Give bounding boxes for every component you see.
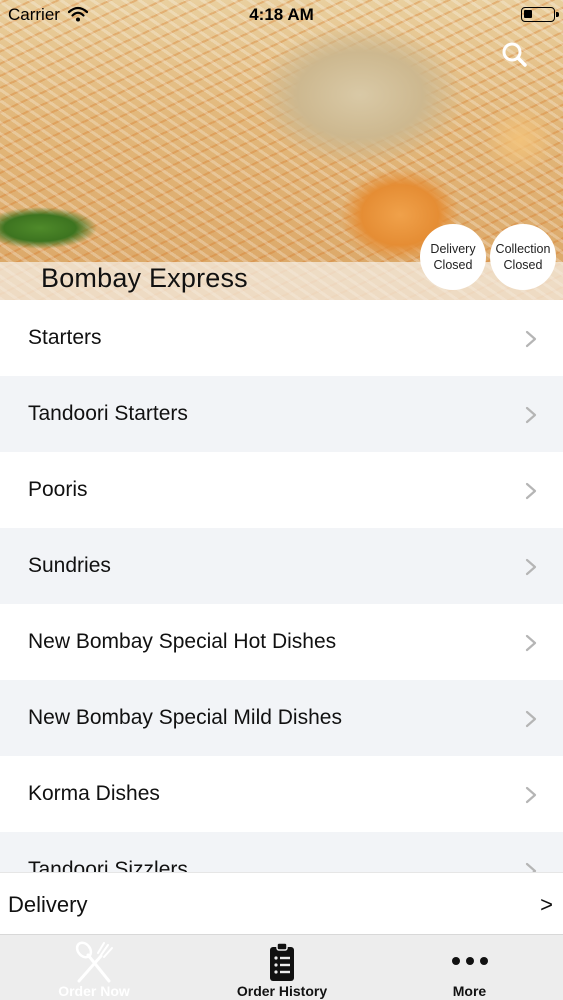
menu-category-row[interactable]: Korma Dishes [0, 756, 563, 832]
delivery-status-line2: Closed [433, 258, 473, 272]
tab-more-label: More [452, 983, 487, 999]
status-time: 4:18 AM [249, 5, 314, 24]
chevron-right-icon [525, 634, 537, 652]
collection-status-line2: Closed [503, 258, 543, 272]
chevron-right-icon [525, 482, 537, 500]
more-dots-icon [451, 957, 488, 965]
tab-order-history[interactable]: Order History [188, 935, 376, 1000]
delivery-arrow-icon: > [540, 892, 553, 917]
tab-more[interactable]: More [376, 935, 563, 1000]
delivery-status-line1: Delivery [430, 242, 476, 256]
delivery-status-badge: Delivery Closed [420, 224, 486, 290]
hero-banner: Carrier 4:18 AM Bombay Express Delivery … [0, 0, 563, 300]
collection-status-badge: Collection Closed [490, 224, 556, 290]
battery-fill [524, 10, 532, 18]
menu-category-label: New Bombay Special Mild Dishes [28, 706, 342, 729]
menu-category-label: New Bombay Special Hot Dishes [28, 630, 337, 653]
menu-category-label: Tandoori Starters [28, 402, 188, 425]
status-bar: Carrier 4:18 AM [0, 0, 563, 30]
chevron-right-icon [525, 406, 537, 424]
restaurant-name: Bombay Express [41, 263, 248, 293]
menu-category-label: Korma Dishes [28, 782, 160, 805]
menu-category-row[interactable]: New Bombay Special Mild Dishes [0, 680, 563, 756]
menu-category-row[interactable]: Tandoori Starters [0, 376, 563, 452]
tab-order-now-label: Order Now [58, 983, 130, 999]
menu-category-row[interactable]: Pooris [0, 452, 563, 528]
search-icon [502, 42, 527, 67]
tab-order-history-label: Order History [236, 983, 328, 999]
menu-category-row[interactable]: New Bombay Special Hot Dishes [0, 604, 563, 680]
chevron-right-icon [525, 330, 537, 348]
menu-category-row[interactable]: Sundries [0, 528, 563, 604]
collection-status-line1: Collection [495, 242, 551, 256]
menu-category-label: Sundries [28, 554, 111, 577]
chevron-right-icon [525, 786, 537, 804]
tab-bar: Order Now Order History More [0, 934, 563, 1000]
delivery-method-label: Delivery [8, 892, 88, 917]
chevron-right-icon [525, 558, 537, 576]
menu-category-label: Tandoori Sizzlers [28, 858, 188, 872]
delivery-method-bar[interactable]: Delivery > [0, 872, 563, 934]
fork-spoon-icon [75, 941, 113, 983]
clipboard-list-icon [270, 942, 294, 981]
chevron-right-icon [525, 710, 537, 728]
menu-category-label: Pooris [28, 478, 88, 501]
tab-order-now[interactable]: Order Now [0, 935, 188, 1000]
search-button[interactable] [498, 38, 532, 72]
chevron-right-icon [525, 862, 537, 872]
battery-icon [521, 7, 559, 22]
menu-category-row[interactable]: Starters [0, 300, 563, 376]
menu-category-row[interactable]: Tandoori Sizzlers [0, 832, 563, 872]
menu-category-label: Starters [28, 326, 102, 349]
menu-category-list[interactable]: Starters Tandoori Starters Pooris Sundri… [0, 300, 563, 872]
